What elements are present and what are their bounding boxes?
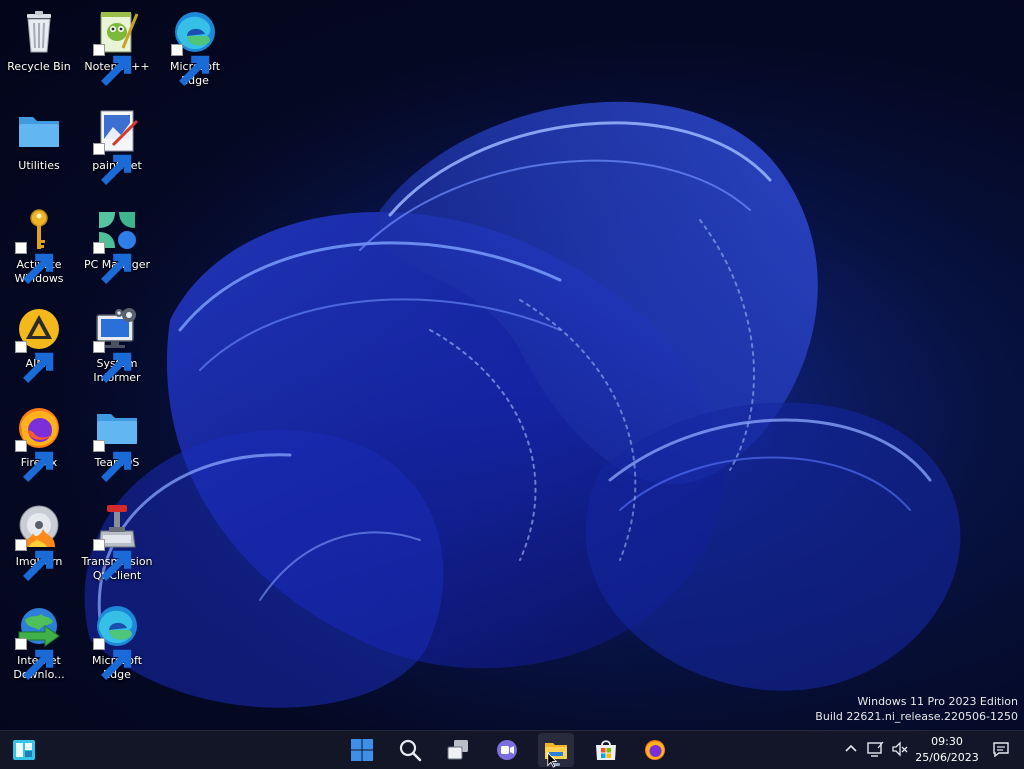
desktop-icon-utilities-folder[interactable]: Utilities bbox=[2, 107, 76, 173]
taskbar-clock[interactable]: 09:30 25/06/2023 bbox=[912, 734, 982, 766]
show-hidden-icons-button[interactable] bbox=[841, 739, 861, 759]
shortcut-arrow-icon bbox=[93, 143, 132, 185]
desktop-icon-aimp[interactable]: AIMP bbox=[2, 305, 76, 383]
microsoft-store-icon bbox=[596, 740, 616, 760]
shortcut-arrow-icon bbox=[15, 638, 54, 680]
shortcut-arrow-icon bbox=[93, 440, 132, 482]
volume-muted-icon bbox=[892, 741, 908, 757]
shortcut-arrow-icon bbox=[15, 341, 54, 383]
desktop-icon-teamos-folder[interactable]: TeamOS bbox=[80, 404, 154, 482]
task-view-icon bbox=[447, 740, 468, 760]
network-icon bbox=[867, 741, 884, 757]
desktop-icon-notepad-plus-plus[interactable]: Notepad++ bbox=[80, 8, 154, 86]
desktop-icon-transmission[interactable]: Transmission Qt Client bbox=[80, 503, 154, 583]
windows-start-icon bbox=[351, 739, 373, 761]
mouse-cursor-icon bbox=[547, 752, 558, 768]
task-view-button[interactable] bbox=[440, 733, 476, 767]
desktop-icon-microsoft-edge-2[interactable]: Microsoft Edge bbox=[80, 602, 154, 682]
desktop-icon-label: Utilities bbox=[18, 159, 60, 172]
notifications-button[interactable] bbox=[991, 739, 1011, 759]
chat-button[interactable] bbox=[489, 733, 525, 767]
clock-time: 09:30 bbox=[931, 735, 963, 748]
desktop-icon-internet-download-manager[interactable]: Internet Downlo... bbox=[2, 602, 76, 682]
desktop-icon-label: Recycle Bin bbox=[7, 60, 71, 73]
volume-button[interactable] bbox=[890, 739, 910, 759]
search-icon bbox=[399, 739, 422, 762]
notifications-icon bbox=[993, 742, 1009, 758]
taskbar: 09:30 25/06/2023 bbox=[0, 730, 1024, 769]
desktop-icon-paint-net[interactable]: paint.net bbox=[80, 107, 154, 185]
shortcut-arrow-icon bbox=[93, 539, 132, 581]
desktop-icon-microsoft-edge[interactable]: Microsoft Edge bbox=[158, 8, 232, 88]
shortcut-arrow-icon bbox=[171, 44, 210, 86]
shortcut-arrow-icon bbox=[93, 242, 132, 284]
folder-icon bbox=[19, 117, 59, 147]
watermark-edition: Windows 11 Pro 2023 Edition bbox=[857, 695, 1018, 708]
desktop-icon-system-informer[interactable]: System Informer bbox=[80, 305, 154, 385]
desktop-icon-pc-manager[interactable]: PC Manager bbox=[80, 206, 154, 284]
shortcut-arrow-icon bbox=[15, 242, 54, 284]
windows-edition-watermark: Windows 11 Pro 2023 Edition Build 22621.… bbox=[815, 694, 1018, 724]
desktop-icon-imgburn[interactable]: ImgBurn bbox=[2, 503, 76, 581]
widgets-button[interactable] bbox=[6, 733, 42, 767]
shortcut-arrow-icon bbox=[93, 341, 132, 383]
chevron-up-icon bbox=[845, 744, 857, 752]
recycle-bin-icon bbox=[27, 11, 51, 53]
desktop-icon-activate-windows[interactable]: Activate Windows bbox=[2, 206, 76, 286]
start-button[interactable] bbox=[344, 733, 380, 767]
clock-date: 25/06/2023 bbox=[915, 751, 979, 764]
teams-chat-icon bbox=[497, 740, 517, 760]
microsoft-store-button[interactable] bbox=[588, 733, 624, 767]
search-button[interactable] bbox=[392, 733, 428, 767]
shortcut-arrow-icon bbox=[93, 44, 132, 86]
watermark-build: Build 22621.ni_release.220506-1250 bbox=[815, 710, 1018, 723]
widgets-icon bbox=[13, 740, 35, 760]
shortcut-arrow-icon bbox=[15, 440, 54, 482]
network-button[interactable] bbox=[865, 739, 885, 759]
desktop-icon-firefox[interactable]: Firefox bbox=[2, 404, 76, 482]
firefox-icon bbox=[645, 740, 665, 760]
shortcut-arrow-icon bbox=[93, 638, 132, 680]
desktop-icon-recycle-bin[interactable]: Recycle Bin bbox=[2, 8, 76, 74]
shortcut-arrow-icon bbox=[15, 539, 54, 581]
firefox-taskbar-button[interactable] bbox=[637, 733, 673, 767]
